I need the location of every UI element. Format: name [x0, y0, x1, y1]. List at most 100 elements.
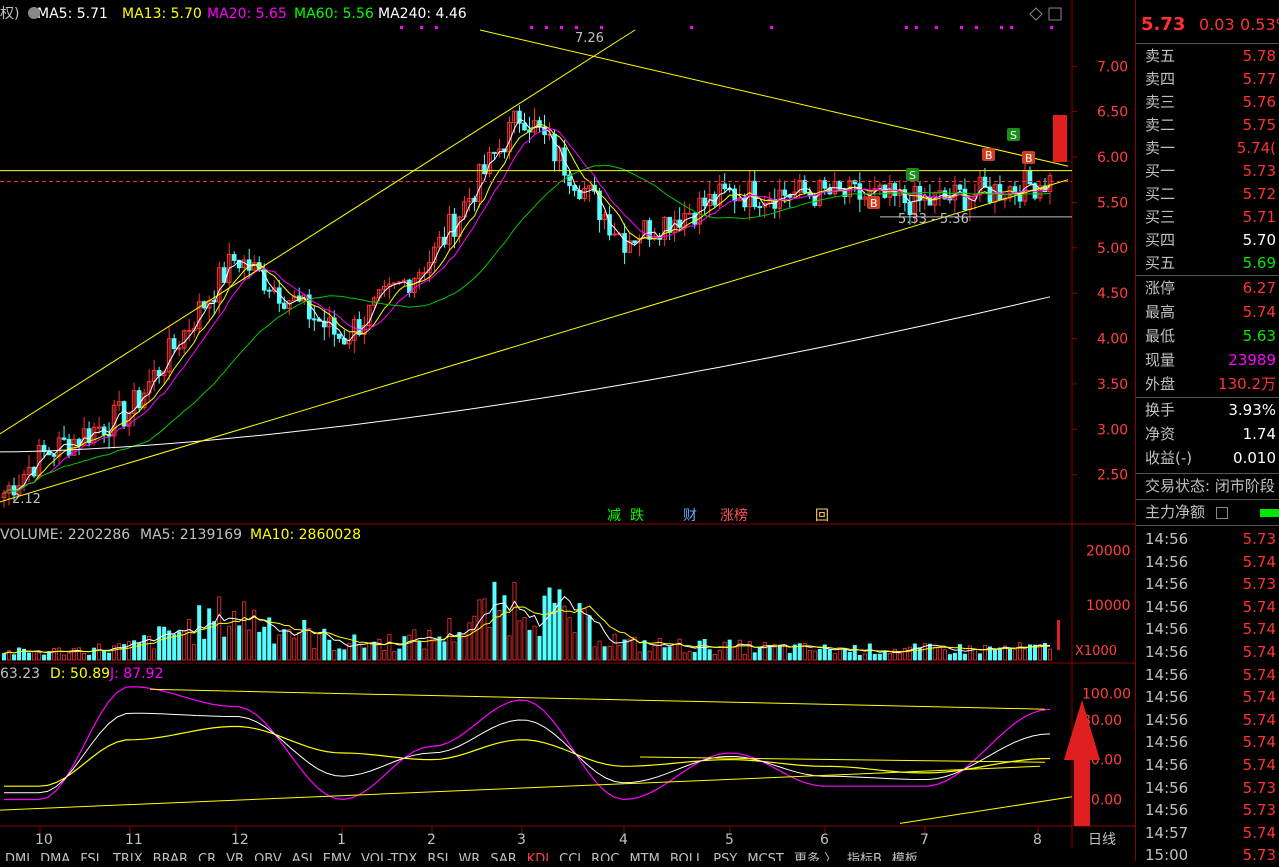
price-tick-label: 4.00: [1097, 332, 1128, 348]
indicator-tab[interactable]: CCI: [554, 852, 586, 861]
indicator-tab[interactable]: DMA: [35, 852, 75, 861]
indicator-tabs: DMI DMA FSL TRIX BRAR CR VR OBV ASI EMV VOL-TDX RSI…: [0, 848, 1135, 861]
volume-bar: [1012, 648, 1017, 661]
volume-value: VOLUME: 2202286: [0, 527, 130, 543]
event-signals: 减跌 财 涨榜 回: [607, 507, 829, 524]
volume-bar: [107, 652, 112, 661]
volume-bar: [917, 647, 922, 661]
indicator-tab[interactable]: CR: [193, 852, 221, 861]
volume-bar: [142, 635, 147, 661]
event-dot: [690, 26, 693, 29]
event-signal[interactable]: 涨榜: [720, 507, 748, 524]
tick-row: 14:56 5.74: [1136, 664, 1279, 687]
window-icon[interactable]: [1048, 7, 1062, 21]
volume-bar: [487, 626, 492, 661]
volume-bar: [157, 626, 162, 661]
list-icon[interactable]: [1216, 507, 1228, 519]
indicator-tab[interactable]: 模板: [887, 848, 923, 861]
indicator-tab[interactable]: VOL-TDX: [356, 852, 422, 861]
volume-bar: [887, 652, 892, 661]
volume-bar: [162, 626, 167, 661]
volume-bar: [587, 615, 592, 661]
volume-bar: [82, 653, 87, 661]
volume-bar: [687, 651, 692, 661]
order-book-row-value: 5.77: [1242, 70, 1276, 88]
indicator-tab[interactable]: TRIX: [108, 852, 148, 861]
volume-tick-label: 20000: [1086, 543, 1131, 559]
volume-bar: [557, 589, 562, 661]
indicator-tab[interactable]: BOLL: [665, 852, 708, 861]
indicator-tab[interactable]: FSL: [75, 852, 108, 861]
price-tick-label: 2.50: [1097, 468, 1128, 484]
indicator-tab[interactable]: OBV: [249, 852, 287, 861]
indicator-tab[interactable]: ASI: [287, 852, 318, 861]
net-flow-header[interactable]: 主力净额: [1136, 501, 1279, 524]
volume-bar: [867, 643, 872, 661]
event-signal[interactable]: 财: [683, 508, 697, 524]
indicator-tab[interactable]: DMI: [0, 852, 35, 861]
indicator-tab[interactable]: ROC: [586, 852, 624, 861]
indicator-tab[interactable]: EMV: [318, 852, 356, 861]
volume-bar: [712, 653, 717, 661]
volume-bar: [27, 652, 32, 661]
volume-bar: [652, 644, 657, 661]
order-book-row-label: 买四: [1145, 231, 1176, 249]
event-signal[interactable]: 跌: [630, 508, 644, 524]
indicator-tab[interactable]: PSY: [708, 852, 742, 861]
volume-bar: [482, 598, 487, 661]
volume-bar: [522, 617, 527, 661]
volume-bar: [527, 629, 532, 661]
diamond-icon[interactable]: [1029, 7, 1043, 21]
stat-row: 现量 23989: [1136, 349, 1279, 372]
order-book-row: 买二 5.72: [1136, 183, 1279, 206]
settings-icon[interactable]: [28, 7, 40, 19]
period-label[interactable]: 日线: [1088, 832, 1116, 848]
tick-time: 14:56: [1145, 575, 1189, 594]
kline-chart[interactable]: 权) MA5: 5.71 MA13: 5.70 MA20: 5.65 MA60: 5.…: [0, 0, 1135, 861]
chart-toolbar-icons[interactable]: [1029, 7, 1062, 21]
kdj-k: 63.23: [0, 666, 40, 682]
indicator-tab[interactable]: MCST: [742, 852, 789, 861]
volume-bar: [412, 629, 417, 661]
volume-bar: [202, 638, 207, 661]
indicator-tab[interactable]: SAR: [485, 852, 521, 861]
bs-mark-label: S: [909, 169, 916, 182]
event-signal[interactable]: 回: [815, 508, 829, 524]
volume-bar: [427, 630, 432, 661]
kdj-trend-line: [149, 688, 1046, 710]
price-tick-label: 6.00: [1097, 150, 1128, 166]
tick-row: 14:56 5.74: [1136, 731, 1279, 754]
order-book-row-label: 买五: [1145, 254, 1176, 272]
tick-price: 5.74: [1242, 688, 1276, 707]
volume-bar: [247, 629, 252, 661]
order-book-row-label: 卖二: [1145, 116, 1176, 134]
indicator-tab[interactable]: WR: [453, 852, 485, 861]
candle-body: [482, 164, 487, 175]
indicator-tab[interactable]: 指标B: [842, 848, 887, 861]
volume-bar: [1007, 648, 1012, 661]
ma-legend-item: MA240: 4.46: [378, 6, 467, 22]
candle-body: [687, 212, 692, 215]
volume-bar: [862, 653, 867, 661]
order-book-row-label: 卖五: [1145, 47, 1176, 65]
indicator-tab[interactable]: BRAR: [148, 852, 193, 861]
candle-body: [171, 338, 177, 350]
fin-row-value: 0.010: [1233, 449, 1276, 467]
indicator-tab[interactable]: 更多 〉: [789, 848, 842, 861]
stat-row-label: 最高: [1145, 303, 1176, 321]
volume-bar: [52, 647, 57, 661]
tick-row: 14:56 5.74: [1136, 641, 1279, 664]
indicator-tab[interactable]: VR: [221, 852, 249, 861]
volume-bar: [507, 635, 512, 661]
quote-sidebar: 5.73 0.03 0.53% 卖五 5.78 卖四 5.77 卖三 5.76 卖二 5.75…: [1135, 0, 1279, 864]
volume-bar: [387, 634, 392, 661]
tick-price: 5.74: [1242, 733, 1276, 752]
volume-bar: [227, 625, 232, 661]
indicator-tab[interactable]: KDJ: [522, 852, 554, 861]
order-book-row: 卖四 5.77: [1136, 68, 1279, 91]
indicator-tab[interactable]: RSI: [422, 852, 453, 861]
kdj-trend-line: [899, 796, 1073, 824]
tick-row: 14:57 5.74: [1136, 822, 1279, 845]
indicator-tab[interactable]: MTM: [624, 852, 664, 861]
event-signal[interactable]: 减: [607, 508, 621, 524]
